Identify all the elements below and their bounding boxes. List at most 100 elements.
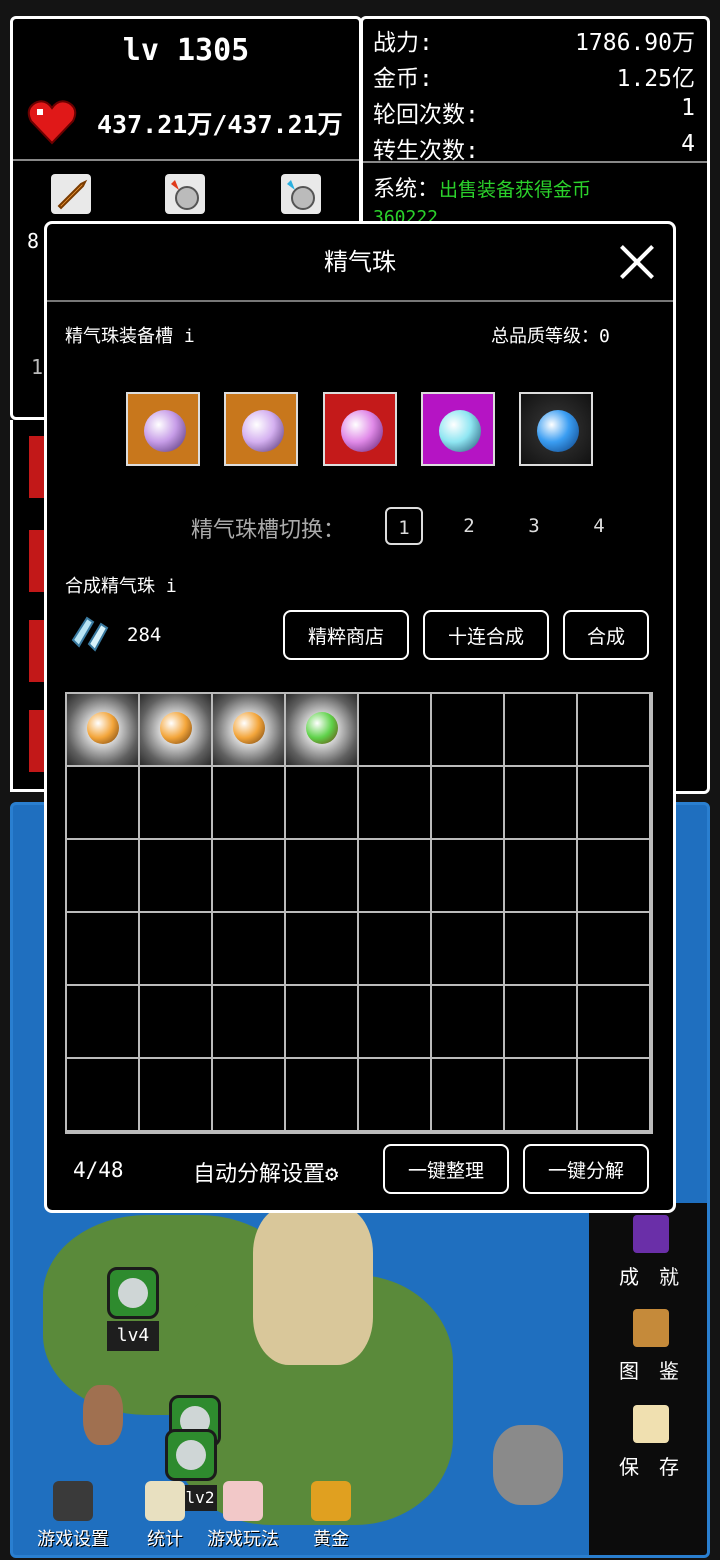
inventory-cell[interactable] bbox=[213, 913, 286, 986]
slot-tab-2[interactable]: 2 bbox=[450, 507, 488, 545]
heart-calendar-icon bbox=[223, 1481, 263, 1521]
equip-slot-1[interactable] bbox=[126, 392, 200, 466]
inventory-cell[interactable] bbox=[578, 986, 651, 1059]
inventory-cell[interactable] bbox=[67, 694, 140, 767]
orange-orb-icon bbox=[87, 712, 119, 744]
total-quality-label: 总品质等级：0 bbox=[491, 326, 610, 347]
inventory-cell[interactable] bbox=[213, 1059, 286, 1132]
slot-tab-1[interactable]: 1 bbox=[385, 507, 423, 545]
inventory-cell[interactable] bbox=[286, 840, 359, 913]
inventory-cell[interactable] bbox=[505, 986, 578, 1059]
save-button[interactable]: 保 存 bbox=[589, 1405, 707, 1480]
inventory-cell[interactable] bbox=[359, 694, 432, 767]
inventory-cell[interactable] bbox=[286, 694, 359, 767]
orange-orb-icon bbox=[160, 712, 192, 744]
inventory-cell[interactable] bbox=[578, 1059, 651, 1132]
equipment-strip bbox=[10, 420, 49, 792]
inventory-cell[interactable] bbox=[140, 840, 213, 913]
inventory-cell[interactable] bbox=[213, 986, 286, 1059]
inventory-cell[interactable] bbox=[286, 767, 359, 840]
inventory-cell[interactable] bbox=[140, 694, 213, 767]
stat-rebirth: 转生次数: 4 bbox=[373, 131, 695, 164]
inventory-cell[interactable] bbox=[505, 1059, 578, 1132]
synth-button[interactable]: 合成 bbox=[563, 610, 649, 660]
inventory-cell[interactable] bbox=[359, 913, 432, 986]
inventory-cell[interactable] bbox=[432, 986, 505, 1059]
inventory-cell[interactable] bbox=[432, 1059, 505, 1132]
inventory-cell[interactable] bbox=[67, 840, 140, 913]
inventory-cell[interactable] bbox=[359, 767, 432, 840]
gold-button[interactable]: 黄金 bbox=[303, 1481, 359, 1551]
inventory-cell[interactable] bbox=[67, 986, 140, 1059]
inventory-cell[interactable] bbox=[432, 767, 505, 840]
essence-shop-button[interactable]: 精粹商店 bbox=[283, 610, 409, 660]
slot-tab-4[interactable]: 4 bbox=[580, 507, 618, 545]
gear-icon: ⚙ bbox=[325, 1162, 339, 1187]
inventory-cell[interactable] bbox=[505, 694, 578, 767]
inventory-grid bbox=[65, 692, 653, 1134]
sword-skill-icon[interactable] bbox=[51, 174, 91, 214]
game-settings-button[interactable]: 游戏设置 bbox=[33, 1481, 113, 1551]
green-orb-icon bbox=[306, 712, 338, 744]
inventory-cell[interactable] bbox=[505, 913, 578, 986]
inventory-cell[interactable] bbox=[505, 840, 578, 913]
stat-power: 战力: 1786.90万 bbox=[373, 30, 695, 56]
stats-button[interactable]: 统计 bbox=[137, 1481, 193, 1551]
stat-reincarnation: 轮回次数: 1 bbox=[373, 95, 695, 128]
inventory-cell[interactable] bbox=[286, 913, 359, 986]
inventory-cell[interactable] bbox=[286, 986, 359, 1059]
sort-all-button[interactable]: 一键整理 bbox=[383, 1144, 509, 1194]
cyan-orb-icon bbox=[439, 410, 481, 452]
inventory-cell[interactable] bbox=[213, 840, 286, 913]
auto-decompose-settings[interactable]: 自动分解设置⚙ bbox=[193, 1156, 338, 1188]
inventory-cell[interactable] bbox=[286, 1059, 359, 1132]
decompose-all-button[interactable]: 一键分解 bbox=[523, 1144, 649, 1194]
inventory-cell[interactable] bbox=[359, 840, 432, 913]
equip-slot-label[interactable]: 精气珠装备槽 i bbox=[65, 322, 195, 348]
inventory-cell[interactable] bbox=[140, 767, 213, 840]
inventory-cell[interactable] bbox=[67, 913, 140, 986]
inventory-cell[interactable] bbox=[359, 1059, 432, 1132]
essence-orb-modal: 精气珠 精气珠装备槽 i 总品质等级：0 精气珠槽切换： 1 2 3 4 合成精… bbox=[44, 221, 676, 1213]
equip-slot-4[interactable] bbox=[421, 392, 495, 466]
inventory-cell[interactable] bbox=[432, 913, 505, 986]
inventory-cell[interactable] bbox=[67, 1059, 140, 1132]
inventory-cell[interactable] bbox=[359, 986, 432, 1059]
fist-ice-skill-icon[interactable] bbox=[281, 174, 321, 214]
pink-orb-icon bbox=[341, 410, 383, 452]
inventory-cell[interactable] bbox=[140, 1059, 213, 1132]
inventory-cell[interactable] bbox=[505, 767, 578, 840]
hp-value: 437.21万/437.21万 bbox=[97, 110, 343, 139]
map-marker-lv4[interactable] bbox=[107, 1267, 159, 1319]
achievements-button[interactable]: 成 就 bbox=[589, 1215, 707, 1290]
map-marker-lv2-b[interactable] bbox=[165, 1429, 217, 1481]
slot-switch-label: 精气珠槽切换： bbox=[191, 518, 346, 543]
equip-slot-5[interactable] bbox=[519, 392, 593, 466]
equip-slot-3[interactable] bbox=[323, 392, 397, 466]
purple-orb-icon bbox=[242, 410, 284, 452]
inventory-cell[interactable] bbox=[432, 694, 505, 767]
scroll-list-icon bbox=[145, 1481, 185, 1521]
synth-label[interactable]: 合成精气珠 i bbox=[65, 572, 177, 598]
equip-slot-2[interactable] bbox=[224, 392, 298, 466]
inventory-cell[interactable] bbox=[213, 767, 286, 840]
inventory-cell[interactable] bbox=[432, 840, 505, 913]
close-icon[interactable] bbox=[617, 242, 657, 282]
gameplay-button[interactable]: 游戏玩法 bbox=[203, 1481, 283, 1551]
inventory-cell[interactable] bbox=[578, 913, 651, 986]
inventory-cell[interactable] bbox=[140, 986, 213, 1059]
settings-box-icon bbox=[53, 1481, 93, 1521]
collection-button[interactable]: 图 鉴 bbox=[589, 1309, 707, 1384]
slot-tab-3[interactable]: 3 bbox=[515, 507, 553, 545]
inventory-cell[interactable] bbox=[578, 694, 651, 767]
inventory-cell[interactable] bbox=[578, 767, 651, 840]
ten-synth-button[interactable]: 十连合成 bbox=[423, 610, 549, 660]
inventory-cell[interactable] bbox=[140, 913, 213, 986]
fist-fire-skill-icon[interactable] bbox=[165, 174, 205, 214]
player-level: lv 1305 bbox=[122, 33, 250, 68]
inventory-cell[interactable] bbox=[67, 767, 140, 840]
inventory-cell[interactable] bbox=[578, 840, 651, 913]
side-menu: 成 就 图 鉴 保 存 bbox=[589, 1203, 707, 1555]
inventory-cell[interactable] bbox=[213, 694, 286, 767]
crystal-count: 284 bbox=[127, 624, 162, 646]
